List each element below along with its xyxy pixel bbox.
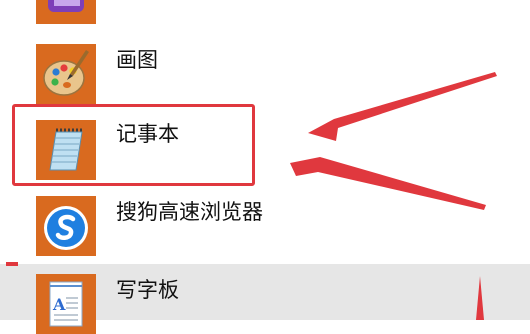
app-item-label: 搜狗高速浏览器: [116, 200, 263, 224]
onenote-icon: [36, 0, 96, 24]
app-item-paint[interactable]: 画图: [0, 32, 530, 108]
app-item-onenote[interactable]: [0, 0, 530, 32]
app-item-label: 记事本: [116, 122, 179, 146]
app-item-sogou-browser[interactable]: 搜狗高速浏览器: [0, 184, 530, 260]
app-item-wordpad[interactable]: A 写字板: [0, 264, 530, 334]
paint-palette-icon: [36, 44, 96, 104]
app-item-label: 画图: [116, 48, 158, 72]
svg-text:A: A: [52, 295, 66, 314]
notepad-icon: [36, 120, 96, 180]
wordpad-icon: A: [36, 274, 96, 334]
app-item-label: 写字板: [116, 278, 179, 302]
app-item-notepad[interactable]: 记事本: [0, 108, 530, 184]
start-menu-app-list: 画图 记事本 搜狗高速浏览器 A 写字板: [0, 0, 530, 334]
sogou-browser-icon: [36, 196, 96, 256]
